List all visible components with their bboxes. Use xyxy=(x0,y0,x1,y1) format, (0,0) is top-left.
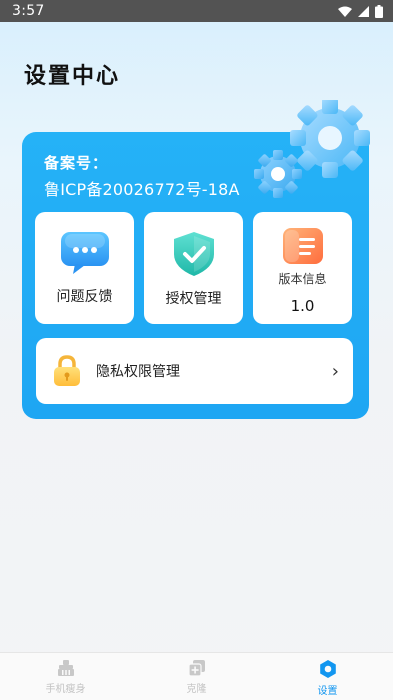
icp-number: 鲁ICP备20026772号-18A xyxy=(44,180,240,199)
version-value: 1.0 xyxy=(290,297,315,315)
status-time: 3:57 xyxy=(12,3,45,19)
bottom-navigation: 手机瘦身 克隆 设置 xyxy=(0,652,393,700)
authorization-label: 授权管理 xyxy=(165,291,222,307)
status-bar: 3:57 xyxy=(0,0,393,22)
nav-item-phone-cleanup[interactable]: 手机瘦身 xyxy=(0,653,131,700)
feedback-label: 问题反馈 xyxy=(56,289,113,305)
chat-bubble-icon xyxy=(60,232,109,274)
authorization-tile[interactable]: 授权管理 xyxy=(144,212,243,324)
nav-item-clone[interactable]: 克隆 xyxy=(131,653,262,700)
privacy-permission-row[interactable]: 隐私权限管理 › xyxy=(36,338,353,404)
privacy-permission-label: 隐私权限管理 xyxy=(96,364,180,380)
wifi-icon xyxy=(338,6,352,17)
nav-label-phone-cleanup: 手机瘦身 xyxy=(45,684,86,695)
clone-icon xyxy=(187,660,205,677)
document-icon xyxy=(282,228,323,264)
feedback-tile[interactable]: 问题反馈 xyxy=(35,212,134,324)
chevron-right-icon: › xyxy=(331,360,339,382)
nav-item-settings[interactable]: 设置 xyxy=(262,653,393,700)
battery-icon xyxy=(375,4,383,18)
version-tile[interactable]: 版本信息 1.0 xyxy=(253,212,352,324)
nav-label-settings: 设置 xyxy=(317,686,338,697)
broom-icon xyxy=(57,660,74,676)
page-title: 设置中心 xyxy=(24,64,121,89)
status-icons xyxy=(338,4,383,18)
shield-check-icon xyxy=(173,232,214,276)
nav-label-clone: 克隆 xyxy=(186,684,207,695)
settings-card: 备案号： 鲁ICP备20026772号-18A 问题反馈 授权管理 版本信息 1… xyxy=(22,100,370,419)
lock-icon xyxy=(54,355,80,386)
gear-decoration-icon xyxy=(254,100,370,198)
signal-icon xyxy=(358,5,369,17)
version-label: 版本信息 xyxy=(278,272,327,286)
icp-label: 备案号： xyxy=(44,154,109,172)
settings-icon xyxy=(319,660,336,678)
